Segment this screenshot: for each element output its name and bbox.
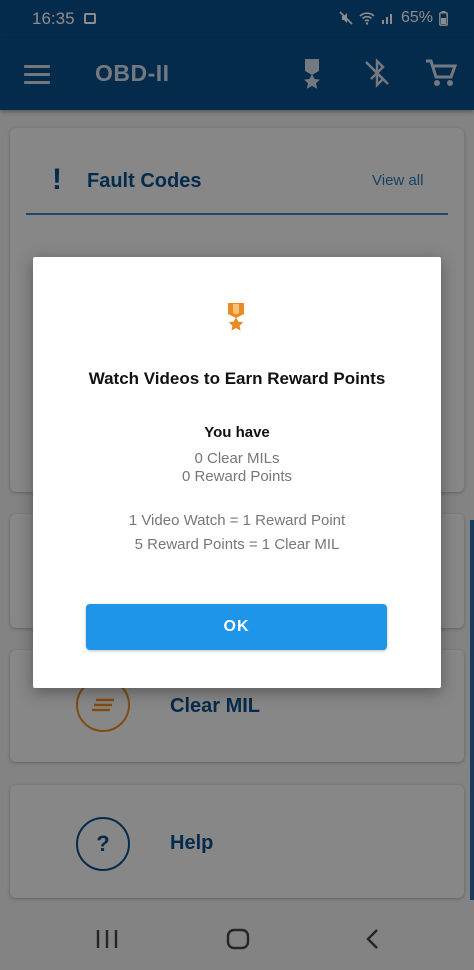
medal-icon bbox=[228, 303, 244, 331]
ok-button[interactable]: OK bbox=[86, 604, 387, 650]
dialog-title: Watch Videos to Earn Reward Points bbox=[88, 369, 386, 388]
clear-mils-count: 0 Clear MILs bbox=[194, 450, 280, 467]
reward-rule-video: 1 Video Watch = 1 Reward Point bbox=[128, 512, 346, 529]
you-have-heading: You have bbox=[204, 424, 270, 441]
reward-rule-clear-mil: 5 Reward Points = 1 Clear MIL bbox=[134, 536, 340, 553]
reward-points-dialog: Watch Videos to Earn Reward Points You h… bbox=[33, 257, 441, 688]
reward-points-count: 0 Reward Points bbox=[181, 468, 293, 485]
